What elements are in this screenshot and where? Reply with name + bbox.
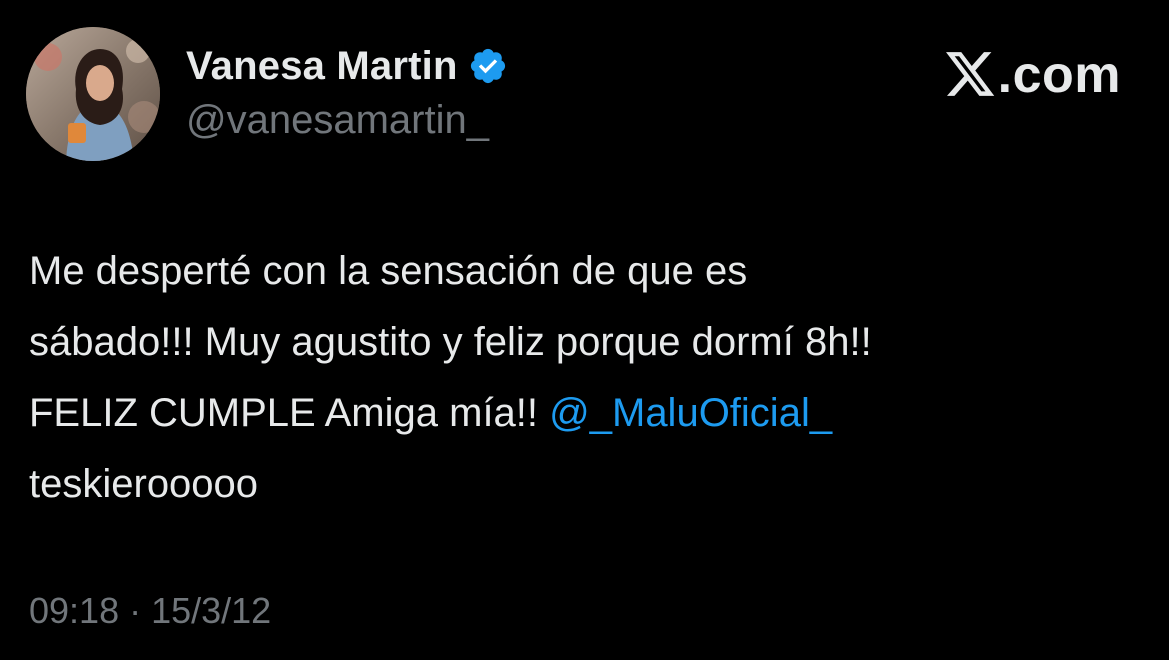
handle[interactable]: @vanesamartin_ xyxy=(186,98,508,143)
brand-domain: .com xyxy=(997,46,1121,104)
x-logo-icon xyxy=(945,52,996,98)
avatar-photo xyxy=(26,27,160,161)
tweet-timestamp[interactable]: 09:18 · 15/3/12 xyxy=(29,590,271,632)
avatar[interactable] xyxy=(26,27,160,161)
tweet-line: teskierooooo xyxy=(29,462,259,506)
mention-link[interactable]: @_MaluOficial_ xyxy=(549,391,832,435)
verified-badge-icon xyxy=(468,46,508,86)
tweet-line: FELIZ CUMPLE Amiga mía!! @_MaluOficial_ xyxy=(29,378,1139,449)
author-info: Vanesa Martin @vanesamartin_ xyxy=(186,40,508,143)
tweet-line: Me desperté con la sensación de que es xyxy=(29,249,748,293)
display-name[interactable]: Vanesa Martin xyxy=(186,44,458,89)
tweet-line: sábado!!! Muy agustito y feliz porque do… xyxy=(29,320,872,364)
tweet-card: Vanesa Martin @vanesamartin_ .com Me des… xyxy=(0,0,1169,660)
tweet-text: Me desperté con la sensación de que es s… xyxy=(29,236,1139,520)
tweet-line-text: FELIZ CUMPLE Amiga mía!! xyxy=(29,391,550,435)
brand-watermark: .com xyxy=(945,45,1121,105)
name-row: Vanesa Martin xyxy=(186,40,508,92)
